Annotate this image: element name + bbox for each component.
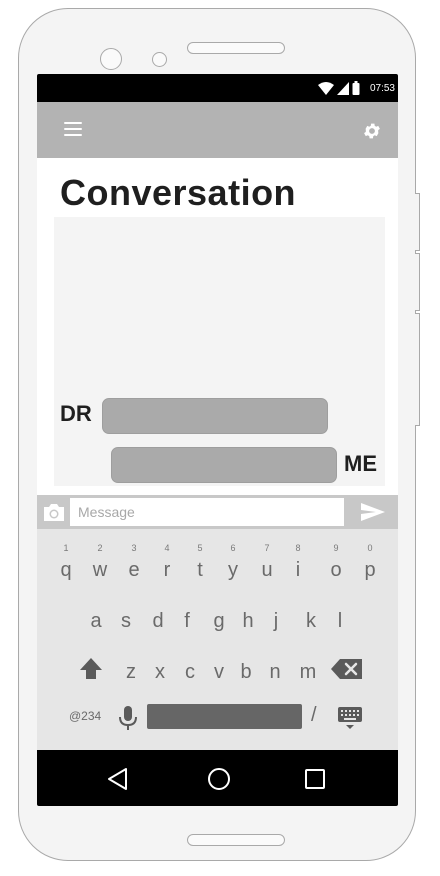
- menu-icon[interactable]: [64, 122, 82, 136]
- wifi-icon: [318, 81, 334, 95]
- key-y[interactable]: 6y: [218, 543, 248, 582]
- key-l[interactable]: l: [325, 610, 355, 633]
- key-s[interactable]: s: [111, 610, 141, 633]
- key-k[interactable]: k: [296, 610, 326, 633]
- key-o[interactable]: 9o: [321, 543, 351, 582]
- triangle-back-icon[interactable]: [105, 766, 131, 792]
- proximity-sensor: [152, 52, 167, 67]
- key-x[interactable]: x: [145, 661, 175, 684]
- key-u[interactable]: 7u: [252, 543, 282, 582]
- symbols-key[interactable]: @234: [69, 709, 101, 723]
- key-n[interactable]: n: [260, 661, 290, 684]
- send-button[interactable]: [351, 498, 395, 526]
- chat-area: DR ME: [54, 217, 385, 486]
- backspace-icon[interactable]: [330, 658, 364, 680]
- sender-label-dr: DR: [60, 401, 92, 426]
- key-t[interactable]: 5t: [185, 543, 215, 582]
- shift-arrow-icon[interactable]: [76, 656, 106, 682]
- navigation-bar: [37, 750, 398, 806]
- status-bar: 07:53: [37, 74, 398, 102]
- gear-icon[interactable]: [362, 121, 382, 141]
- key-m[interactable]: m: [293, 661, 323, 684]
- status-time: 07:53: [369, 83, 395, 94]
- square-recents-icon[interactable]: [303, 767, 327, 791]
- status-icons: [318, 81, 360, 95]
- earpiece-speaker: [187, 42, 285, 54]
- key-z[interactable]: z: [116, 661, 146, 684]
- message-bubble-incoming[interactable]: [102, 398, 328, 434]
- circle-home-icon[interactable]: [206, 766, 232, 792]
- key-a[interactable]: a: [81, 610, 111, 633]
- home-indicator-slot: [187, 834, 285, 846]
- key-g[interactable]: g: [204, 610, 234, 633]
- key-p[interactable]: 0p: [355, 543, 385, 582]
- screen: 07:53 Conversation DR ME Message 1 q 2 w…: [37, 74, 398, 806]
- key-j[interactable]: j: [261, 610, 291, 633]
- space-bar[interactable]: [147, 704, 302, 729]
- battery-icon: [352, 81, 360, 95]
- key-w[interactable]: 2w: [85, 543, 115, 582]
- message-composer: [37, 495, 398, 529]
- microphone-icon[interactable]: [117, 705, 139, 731]
- key-i[interactable]: 8i: [283, 543, 313, 582]
- send-icon: [361, 503, 385, 521]
- key-e[interactable]: 3e: [119, 543, 149, 582]
- side-button-upper: [415, 193, 420, 251]
- key-slash[interactable]: /: [311, 704, 317, 727]
- camera-button[interactable]: [40, 499, 68, 525]
- message-bubble-outgoing[interactable]: [111, 447, 337, 483]
- key-c[interactable]: c: [175, 661, 205, 684]
- key-d[interactable]: d: [143, 610, 173, 633]
- keyboard-icon[interactable]: [337, 706, 363, 730]
- side-button-lower: [415, 313, 420, 426]
- keyboard: 1q 2w 3e 4r 5t 6y 7u 8i 9o 0p a s d f g …: [37, 529, 398, 750]
- page-title: Conversation: [60, 172, 297, 213]
- key-v[interactable]: v: [204, 661, 234, 684]
- key-b[interactable]: b: [231, 661, 261, 684]
- side-button-middle: [415, 253, 420, 311]
- key-f[interactable]: f: [172, 610, 202, 633]
- key-r[interactable]: 4r: [152, 543, 182, 582]
- key-h[interactable]: h: [233, 610, 263, 633]
- camera-icon: [44, 504, 64, 521]
- sender-label-me: ME: [344, 451, 377, 476]
- key-q[interactable]: 1q: [51, 543, 81, 582]
- signal-icon: [337, 81, 349, 95]
- app-bar: [37, 102, 398, 158]
- message-input[interactable]: [69, 497, 345, 527]
- front-camera: [100, 48, 122, 70]
